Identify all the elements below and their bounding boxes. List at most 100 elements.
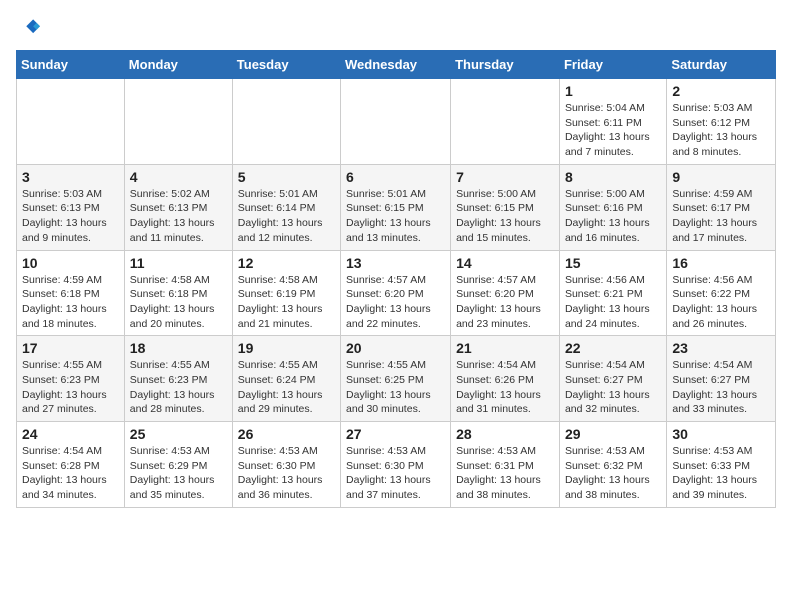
day-info: Sunrise: 4:58 AM Sunset: 6:18 PM Dayligh…	[130, 273, 227, 332]
day-number: 15	[565, 255, 661, 271]
page-header	[16, 16, 776, 40]
day-info: Sunrise: 4:53 AM Sunset: 6:29 PM Dayligh…	[130, 444, 227, 503]
weekday-header-row: SundayMondayTuesdayWednesdayThursdayFrid…	[17, 51, 776, 79]
day-cell: 8 Sunrise: 5:00 AM Sunset: 6:16 PM Daylig…	[559, 164, 666, 250]
day-cell: 14Sunrise: 4:57 AM Sunset: 6:20 PM Dayli…	[451, 250, 560, 336]
day-cell: 1 Sunrise: 5:04 AM Sunset: 6:11 PM Daylig…	[559, 79, 666, 165]
day-info: Sunrise: 5:03 AM Sunset: 6:13 PM Dayligh…	[22, 187, 119, 246]
day-info: Sunrise: 4:53 AM Sunset: 6:30 PM Dayligh…	[238, 444, 335, 503]
day-info: Sunrise: 4:54 AM Sunset: 6:28 PM Dayligh…	[22, 444, 119, 503]
weekday-header-tuesday: Tuesday	[232, 51, 340, 79]
day-number: 14	[456, 255, 554, 271]
day-info: Sunrise: 5:01 AM Sunset: 6:15 PM Dayligh…	[346, 187, 445, 246]
logo-icon	[16, 16, 40, 40]
day-info: Sunrise: 4:55 AM Sunset: 6:23 PM Dayligh…	[22, 358, 119, 417]
day-number: 26	[238, 426, 335, 442]
day-number: 29	[565, 426, 661, 442]
day-info: Sunrise: 4:54 AM Sunset: 6:27 PM Dayligh…	[672, 358, 770, 417]
weekday-header-wednesday: Wednesday	[341, 51, 451, 79]
day-number: 18	[130, 340, 227, 356]
day-cell	[451, 79, 560, 165]
day-cell: 20 Sunrise: 4:55 AM Sunset: 6:25 PM Dayli…	[341, 336, 451, 422]
day-cell: 5Sunrise: 5:01 AM Sunset: 6:14 PM Daylig…	[232, 164, 340, 250]
day-cell: 16 Sunrise: 4:56 AM Sunset: 6:22 PM Dayli…	[667, 250, 776, 336]
day-number: 6	[346, 169, 445, 185]
day-info: Sunrise: 4:55 AM Sunset: 6:24 PM Dayligh…	[238, 358, 335, 417]
day-cell: 28 Sunrise: 4:53 AM Sunset: 6:31 PM Dayli…	[451, 422, 560, 508]
calendar-table: SundayMondayTuesdayWednesdayThursdayFrid…	[16, 50, 776, 508]
day-number: 16	[672, 255, 770, 271]
weekday-header-monday: Monday	[124, 51, 232, 79]
day-number: 12	[238, 255, 335, 271]
day-cell: 21 Sunrise: 4:54 AM Sunset: 6:26 PM Dayli…	[451, 336, 560, 422]
week-row-1: 1 Sunrise: 5:04 AM Sunset: 6:11 PM Daylig…	[17, 79, 776, 165]
day-cell: 13Sunrise: 4:57 AM Sunset: 6:20 PM Dayli…	[341, 250, 451, 336]
day-number: 21	[456, 340, 554, 356]
day-number: 30	[672, 426, 770, 442]
day-number: 25	[130, 426, 227, 442]
day-number: 9	[672, 169, 770, 185]
day-cell: 2 Sunrise: 5:03 AM Sunset: 6:12 PM Daylig…	[667, 79, 776, 165]
day-cell: 30 Sunrise: 4:53 AM Sunset: 6:33 PM Dayli…	[667, 422, 776, 508]
day-number: 20	[346, 340, 445, 356]
day-cell: 7Sunrise: 5:00 AM Sunset: 6:15 PM Daylig…	[451, 164, 560, 250]
day-info: Sunrise: 4:54 AM Sunset: 6:27 PM Dayligh…	[565, 358, 661, 417]
day-number: 4	[130, 169, 227, 185]
day-info: Sunrise: 4:58 AM Sunset: 6:19 PM Dayligh…	[238, 273, 335, 332]
day-number: 1	[565, 83, 661, 99]
weekday-header-friday: Friday	[559, 51, 666, 79]
day-cell: 26 Sunrise: 4:53 AM Sunset: 6:30 PM Dayli…	[232, 422, 340, 508]
day-info: Sunrise: 5:04 AM Sunset: 6:11 PM Dayligh…	[565, 101, 661, 160]
day-cell: 17 Sunrise: 4:55 AM Sunset: 6:23 PM Dayli…	[17, 336, 125, 422]
day-info: Sunrise: 4:55 AM Sunset: 6:25 PM Dayligh…	[346, 358, 445, 417]
day-number: 19	[238, 340, 335, 356]
day-cell: 19 Sunrise: 4:55 AM Sunset: 6:24 PM Dayli…	[232, 336, 340, 422]
day-cell: 22 Sunrise: 4:54 AM Sunset: 6:27 PM Dayli…	[559, 336, 666, 422]
day-cell: 27 Sunrise: 4:53 AM Sunset: 6:30 PM Dayli…	[341, 422, 451, 508]
week-row-2: 3 Sunrise: 5:03 AM Sunset: 6:13 PM Daylig…	[17, 164, 776, 250]
weekday-header-thursday: Thursday	[451, 51, 560, 79]
day-info: Sunrise: 4:56 AM Sunset: 6:22 PM Dayligh…	[672, 273, 770, 332]
day-info: Sunrise: 4:54 AM Sunset: 6:26 PM Dayligh…	[456, 358, 554, 417]
weekday-header-saturday: Saturday	[667, 51, 776, 79]
day-info: Sunrise: 4:59 AM Sunset: 6:17 PM Dayligh…	[672, 187, 770, 246]
day-number: 5	[238, 169, 335, 185]
day-cell: 18 Sunrise: 4:55 AM Sunset: 6:23 PM Dayli…	[124, 336, 232, 422]
day-info: Sunrise: 5:00 AM Sunset: 6:15 PM Dayligh…	[456, 187, 554, 246]
day-number: 11	[130, 255, 227, 271]
week-row-5: 24 Sunrise: 4:54 AM Sunset: 6:28 PM Dayli…	[17, 422, 776, 508]
weekday-header-sunday: Sunday	[17, 51, 125, 79]
day-cell: 29 Sunrise: 4:53 AM Sunset: 6:32 PM Dayli…	[559, 422, 666, 508]
day-number: 24	[22, 426, 119, 442]
day-number: 22	[565, 340, 661, 356]
day-info: Sunrise: 4:53 AM Sunset: 6:33 PM Dayligh…	[672, 444, 770, 503]
day-info: Sunrise: 4:53 AM Sunset: 6:31 PM Dayligh…	[456, 444, 554, 503]
day-number: 17	[22, 340, 119, 356]
day-cell: 9 Sunrise: 4:59 AM Sunset: 6:17 PM Daylig…	[667, 164, 776, 250]
day-number: 2	[672, 83, 770, 99]
day-info: Sunrise: 4:53 AM Sunset: 6:30 PM Dayligh…	[346, 444, 445, 503]
day-number: 10	[22, 255, 119, 271]
day-number: 27	[346, 426, 445, 442]
day-number: 23	[672, 340, 770, 356]
day-number: 8	[565, 169, 661, 185]
day-cell: 24 Sunrise: 4:54 AM Sunset: 6:28 PM Dayli…	[17, 422, 125, 508]
day-cell: 3 Sunrise: 5:03 AM Sunset: 6:13 PM Daylig…	[17, 164, 125, 250]
day-info: Sunrise: 5:03 AM Sunset: 6:12 PM Dayligh…	[672, 101, 770, 160]
day-info: Sunrise: 4:55 AM Sunset: 6:23 PM Dayligh…	[130, 358, 227, 417]
day-cell	[17, 79, 125, 165]
day-info: Sunrise: 4:53 AM Sunset: 6:32 PM Dayligh…	[565, 444, 661, 503]
day-cell: 25 Sunrise: 4:53 AM Sunset: 6:29 PM Dayli…	[124, 422, 232, 508]
day-number: 3	[22, 169, 119, 185]
day-cell: 15Sunrise: 4:56 AM Sunset: 6:21 PM Dayli…	[559, 250, 666, 336]
day-cell: 23 Sunrise: 4:54 AM Sunset: 6:27 PM Dayli…	[667, 336, 776, 422]
day-info: Sunrise: 4:59 AM Sunset: 6:18 PM Dayligh…	[22, 273, 119, 332]
logo	[16, 16, 44, 40]
day-cell	[124, 79, 232, 165]
day-info: Sunrise: 5:00 AM Sunset: 6:16 PM Dayligh…	[565, 187, 661, 246]
week-row-3: 10 Sunrise: 4:59 AM Sunset: 6:18 PM Dayli…	[17, 250, 776, 336]
day-number: 13	[346, 255, 445, 271]
day-cell: 6 Sunrise: 5:01 AM Sunset: 6:15 PM Daylig…	[341, 164, 451, 250]
day-number: 28	[456, 426, 554, 442]
day-info: Sunrise: 5:02 AM Sunset: 6:13 PM Dayligh…	[130, 187, 227, 246]
